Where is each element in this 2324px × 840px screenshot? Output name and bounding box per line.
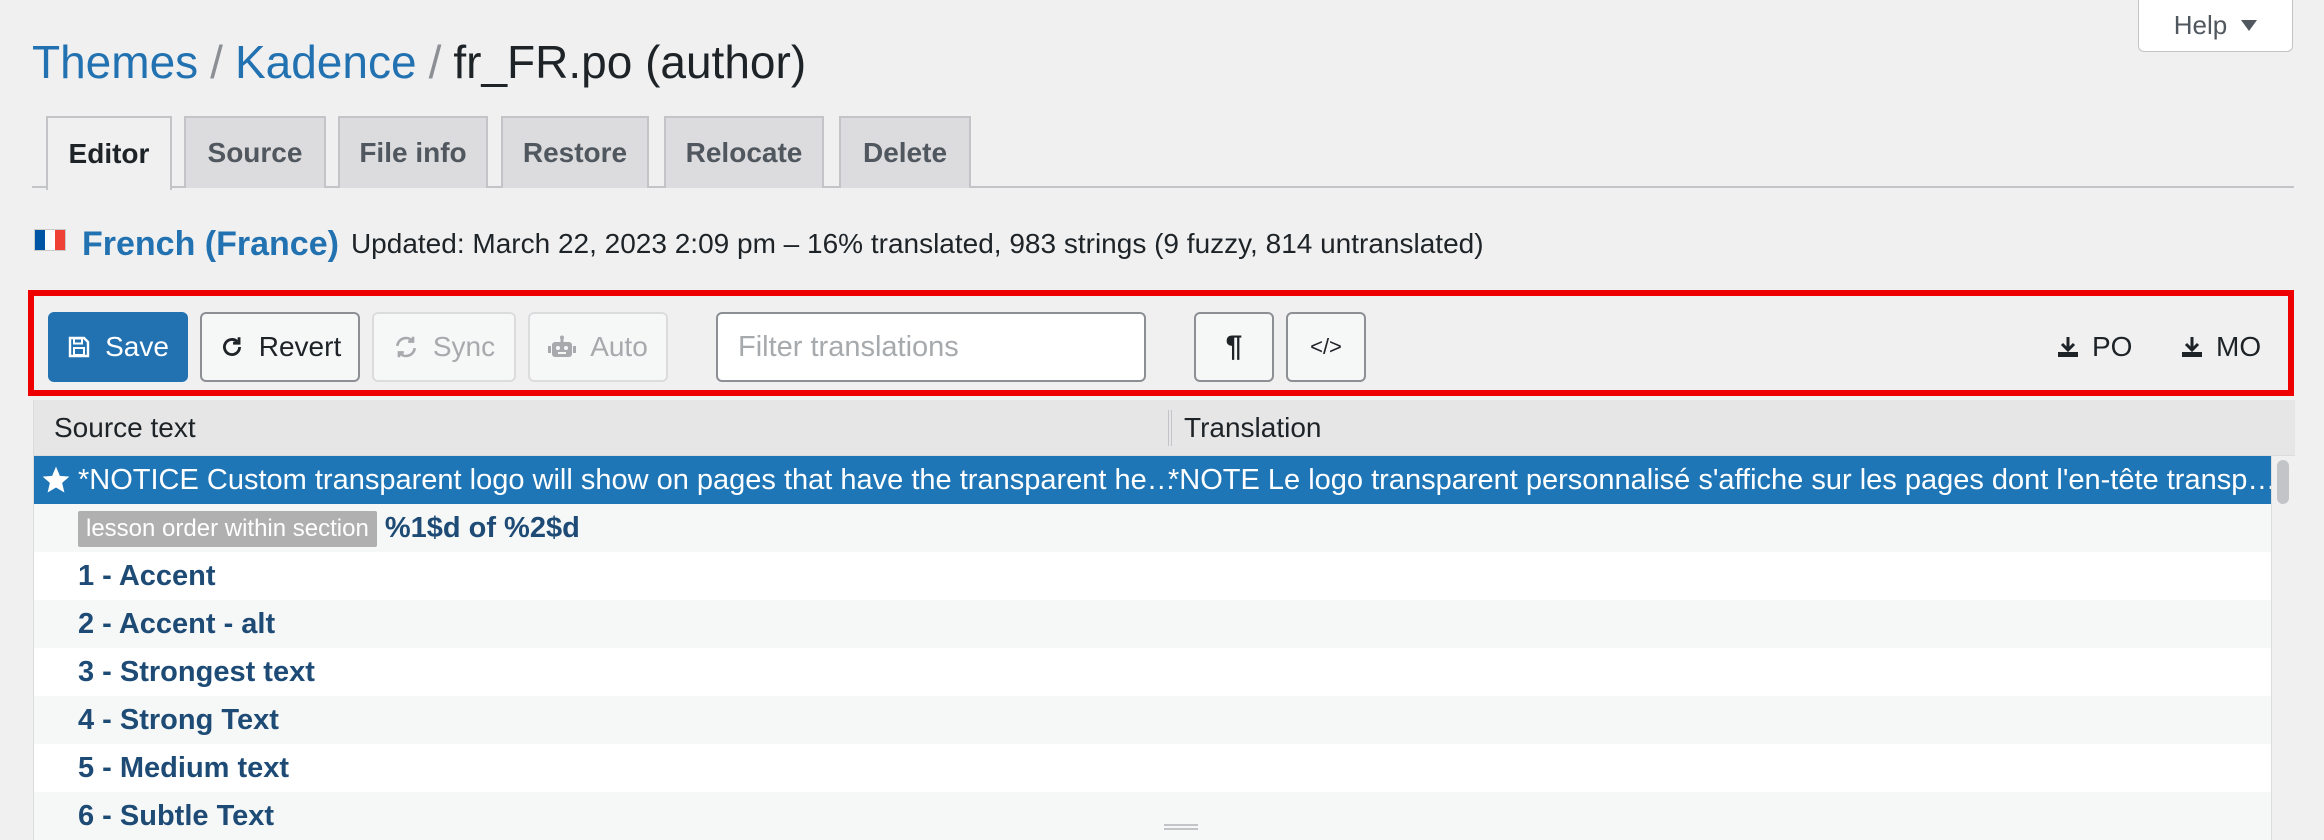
download-po-button[interactable]: PO — [2056, 312, 2132, 382]
table-scrollbar[interactable] — [2271, 456, 2295, 840]
revert-label: Revert — [258, 331, 342, 362]
breadcrumb-kadence-link[interactable]: Kadence — [235, 35, 417, 89]
star-icon — [42, 466, 70, 493]
help-label: Help — [2173, 10, 2228, 40]
editor-toolbar: Save Revert Sync Auto ¶ </> — [28, 290, 2294, 396]
source-string: %1$d of %2$d — [384, 512, 580, 544]
save-icon — [68, 336, 90, 358]
save-label: Save — [105, 331, 169, 362]
download-mo-label: MO — [2216, 331, 2262, 362]
translation-text: *NOTE Le logo transparent personnalisé s… — [1168, 464, 2292, 496]
table-row[interactable]: 1 - Accent — [34, 552, 2295, 600]
auto-label: Auto — [590, 331, 648, 362]
column-resize-handle[interactable] — [1168, 410, 1172, 446]
source-text: 5 - Medium text — [78, 752, 290, 784]
context-badge: lesson order within section — [78, 511, 377, 548]
table-row[interactable]: lesson order within section %1$d of %2$d — [34, 504, 2295, 552]
source-text: lesson order within section %1$d of %2$d — [78, 504, 1178, 552]
tab-delete[interactable]: Delete — [839, 116, 971, 188]
tab-relocate[interactable]: Relocate — [664, 116, 824, 188]
breadcrumb-separator: / — [210, 36, 223, 88]
sync-button[interactable]: Sync — [372, 312, 516, 382]
source-text: 2 - Accent - alt — [78, 608, 276, 640]
sync-label: Sync — [432, 331, 496, 362]
source-text: *NOTICE Custom transparent logo will sho… — [78, 464, 1178, 496]
breadcrumb-separator: / — [428, 36, 442, 88]
download-po-label: PO — [2092, 331, 2133, 362]
page-title: fr_FR.po (author) — [453, 36, 807, 88]
tab-file-info[interactable]: File info — [338, 116, 488, 188]
caret-down-icon — [2241, 20, 2258, 31]
pilcrow-icon: ¶ — [1225, 330, 1243, 363]
help-button[interactable]: Help — [2138, 0, 2293, 52]
source-text: 3 - Strongest text — [78, 656, 315, 688]
table-row[interactable]: *NOTICE Custom transparent logo will sho… — [34, 456, 2295, 504]
table-row[interactable]: 6 - Subtle Text — [34, 792, 2295, 840]
toggle-code-view-button[interactable]: </> — [1286, 312, 1366, 382]
table-header: Source text Translation — [34, 400, 2295, 456]
revert-button[interactable]: Revert — [200, 312, 360, 382]
translations-table: Source text Translation *NOTICE Custom t… — [33, 400, 2295, 840]
table-row[interactable]: 4 - Strong Text — [34, 696, 2295, 744]
code-icon: </> — [1310, 334, 1342, 359]
tab-source[interactable]: Source — [184, 116, 326, 188]
tab-restore[interactable]: Restore — [501, 116, 649, 188]
revert-icon — [222, 337, 241, 356]
source-text: 4 - Strong Text — [78, 704, 279, 736]
tab-bar: Editor Source File info Restore Relocate… — [32, 116, 2294, 190]
toggle-invisibles-button[interactable]: ¶ — [1194, 312, 1274, 382]
tab-editor[interactable]: Editor — [46, 116, 172, 190]
download-icon — [2182, 337, 2202, 357]
download-mo-button[interactable]: MO — [2180, 312, 2261, 382]
table-row[interactable]: 2 - Accent - alt — [34, 600, 2295, 648]
locale-status: Updated: March 22, 2023 2:09 pm – 16% tr… — [350, 228, 1484, 259]
locale-name-link[interactable]: French (France) — [82, 225, 339, 264]
table-row[interactable]: 3 - Strongest text — [34, 648, 2295, 696]
breadcrumb: Themes / Kadence / fr_FR.po (author) — [32, 34, 806, 90]
column-header-translation[interactable]: Translation — [1184, 400, 1321, 456]
source-text: 1 - Accent — [78, 560, 216, 592]
locale-info: French (France) Updated: March 22, 2023 … — [34, 222, 1484, 266]
filter-translations-input[interactable] — [716, 312, 1146, 382]
table-row[interactable]: 5 - Medium text — [34, 744, 2295, 792]
scrollbar-thumb[interactable] — [2277, 460, 2289, 504]
save-button[interactable]: Save — [48, 312, 188, 382]
sync-icon — [395, 336, 416, 358]
robot-icon — [548, 335, 577, 357]
pane-resize-grip[interactable] — [1164, 824, 1198, 830]
source-text: 6 - Subtle Text — [78, 800, 275, 832]
column-header-source[interactable]: Source text — [54, 400, 196, 456]
download-icon — [2058, 337, 2078, 357]
auto-translate-button[interactable]: Auto — [528, 312, 668, 382]
french-flag-icon — [34, 229, 66, 251]
breadcrumb-themes-link[interactable]: Themes — [32, 35, 198, 89]
